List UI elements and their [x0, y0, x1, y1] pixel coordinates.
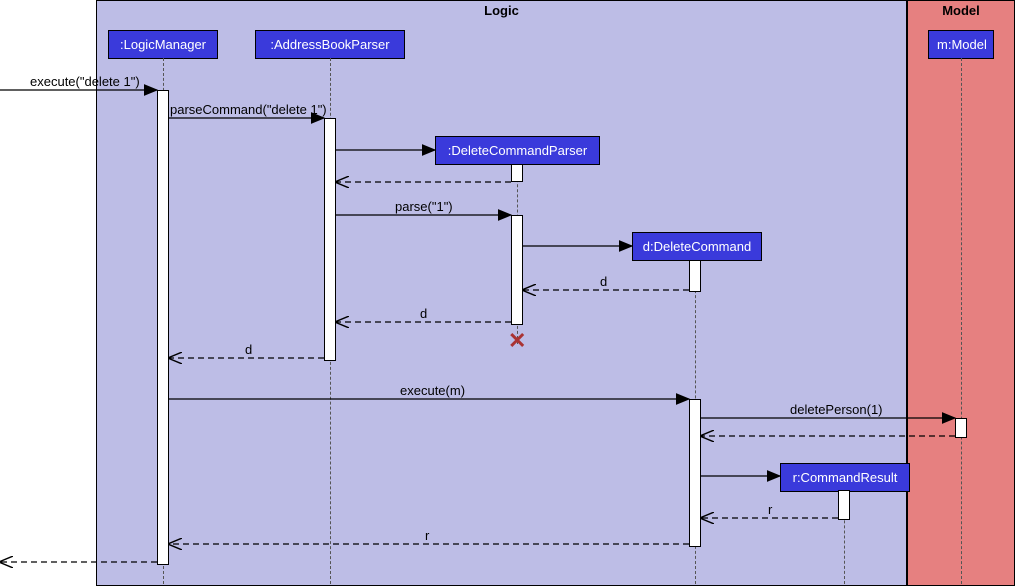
msg-r2: r [425, 528, 429, 543]
msg-r1: r [768, 502, 772, 517]
msg-d2: d [420, 306, 427, 321]
msg-d3: d [245, 342, 252, 357]
msg-parse: parse("1") [395, 199, 453, 214]
msg-execute-m: execute(m) [400, 383, 465, 398]
msg-parsecommand: parseCommand("delete 1") [170, 102, 327, 117]
sequence-diagram: Logic Model :LogicManager :AddressBookPa… [0, 0, 1019, 586]
arrows-layer [0, 0, 1019, 586]
msg-execute-entry: execute("delete 1") [30, 74, 140, 89]
msg-deleteperson: deletePerson(1) [790, 402, 883, 417]
msg-d1: d [600, 274, 607, 289]
